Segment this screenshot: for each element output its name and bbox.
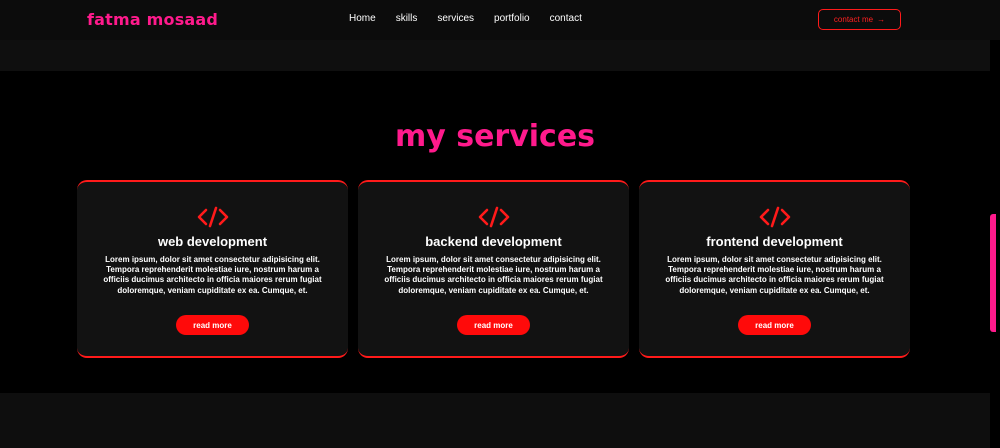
nav-link-portfolio[interactable]: portfolio: [494, 13, 530, 24]
arrow-right-icon: →: [877, 15, 886, 24]
service-card-backend: backend development Lorem ipsum, dolor s…: [358, 180, 629, 358]
read-more-button[interactable]: read more: [738, 315, 811, 335]
section-title: my services: [394, 119, 596, 154]
nav-links: Home skills services portfolio contact: [349, 13, 602, 24]
nav-link-skills[interactable]: skills: [396, 13, 418, 24]
contact-me-button[interactable]: contact me →: [818, 9, 901, 30]
card-text: Lorem ipsum, dolor sit amet consectetur …: [103, 255, 322, 295]
scrollbar-thumb[interactable]: [990, 214, 996, 332]
section-divider-top: [0, 40, 990, 71]
service-card-web: web development Lorem ipsum, dolor sit a…: [77, 180, 348, 358]
code-icon: [639, 206, 910, 228]
logo[interactable]: fatma mosaad: [87, 10, 218, 29]
card-title: web development: [157, 234, 268, 249]
contact-me-label: contact me: [833, 15, 874, 24]
code-icon: [358, 206, 629, 228]
card-text: Lorem ipsum, dolor sit amet consectetur …: [384, 255, 603, 295]
nav-link-contact[interactable]: contact: [550, 13, 582, 24]
code-icon: [77, 206, 348, 228]
read-more-button[interactable]: read more: [176, 315, 249, 335]
navbar: fatma mosaad Home skills services portfo…: [0, 0, 1000, 40]
card-title: backend development: [425, 234, 562, 249]
nav-link-home[interactable]: Home: [349, 13, 376, 24]
card-text: Lorem ipsum, dolor sit amet consectetur …: [665, 255, 884, 295]
nav-link-services[interactable]: services: [437, 13, 474, 24]
next-section: [0, 393, 990, 448]
service-card-frontend: frontend development Lorem ipsum, dolor …: [639, 180, 910, 358]
read-more-button[interactable]: read more: [457, 315, 530, 335]
card-title: frontend development: [706, 234, 843, 249]
